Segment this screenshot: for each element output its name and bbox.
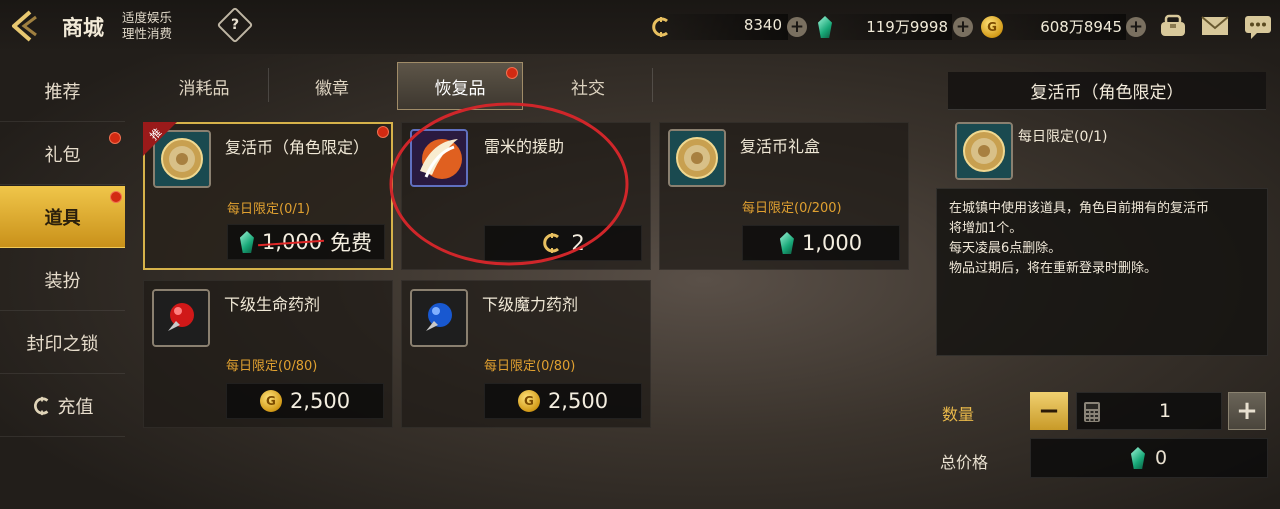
tab-divider [652,68,653,102]
detail-limit: 每日限定(0/1) [1018,129,1108,145]
item-card-revive-coin-box[interactable]: 复活币礼盒 每日限定(0/200) 1,000 [659,122,909,270]
green-gem-icon [239,231,254,253]
c-coin-icon [650,16,672,38]
c-coin-icon [33,396,48,415]
green-gem-icon [1130,447,1145,469]
price-box: G 2,500 [226,383,384,419]
annotation-circle [389,102,629,266]
notification-badge [109,132,121,144]
green-gem-icon [779,232,794,254]
detail-description: 在城镇中使用该道具，角色目前拥有的复活币 将增加1个。 每天凌晨6点删除。 物品… [936,188,1268,356]
currency-gem-value: 119万9998 [866,18,948,36]
sidebar-item-label: 推荐 [44,81,81,103]
item-card-minor-hp-potion[interactable]: 下级生命药剂 每日限定(0/80) G 2,500 [143,280,393,428]
item-limit: 每日限定(0/200) [742,201,842,216]
sidebar-item-recommended[interactable]: 推荐 [0,60,125,122]
slogan-line-2: 理性消费 [122,26,173,41]
slogan: 适度娱乐 理性消费 [122,10,172,42]
gold-coin-icon: G [259,390,282,412]
item-name: 复活币（角色限定） [225,138,370,157]
item-card-minor-mp-potion[interactable]: 下级魔力药剂 每日限定(0/80) G 2,500 [401,280,651,428]
detail-title: 复活币（角色限定） [948,72,1266,110]
add-gem-button[interactable]: + [953,17,973,37]
desc-line: 每天凌晨6点删除。 [949,241,1062,256]
item-name: 下级魔力药剂 [482,295,579,314]
hp-potion-icon [152,289,210,347]
mp-potion-icon [410,289,468,347]
increase-quantity-button[interactable]: + [1228,392,1266,430]
detail-item-icon [955,122,1013,180]
currency-gold-value: 608万8945 [1040,18,1122,36]
slogan-line-1: 适度娱乐 [122,10,173,25]
item-price: 1,000 [801,231,863,255]
page-title: 商城 [62,16,104,40]
back-button[interactable] [6,8,50,44]
desc-line: 在城镇中使用该道具，角色目前拥有的复活币 [949,201,1210,216]
sidebar-item-costume[interactable]: 装扮 [0,249,125,311]
gold-coin-icon: G [517,390,540,412]
item-limit: 每日限定(0/1) [227,202,311,217]
tab-label: 社交 [571,78,605,99]
sidebar-item-items[interactable]: 道具 [0,186,125,248]
sidebar-item-seal-lock[interactable]: 封印之锁 [0,312,125,374]
tab-consumables[interactable]: 消耗品 [142,62,266,110]
price-box: 1,000 免费 [227,224,385,260]
decrease-quantity-button[interactable]: − [1030,392,1068,430]
item-name: 下级生命药剂 [224,295,321,314]
item-limit: 每日限定(0/80) [484,359,576,374]
notification-badge [110,191,122,203]
add-c-coin-button[interactable]: + [787,17,807,37]
calculator-icon [1084,402,1100,422]
price-box: G 2,500 [484,383,642,419]
quantity-input[interactable]: 1 [1076,392,1222,430]
revive-coin-box-icon [668,129,726,187]
add-gold-button[interactable]: + [1126,17,1146,37]
bag-icon[interactable] [1158,12,1188,40]
sidebar-item-label: 道具 [44,207,81,229]
tab-divider [268,68,269,102]
sidebar-item-gift-pack[interactable]: 礼包 [0,123,125,185]
sidebar-item-label: 装扮 [44,270,81,292]
item-limit: 每日限定(0/80) [226,359,318,374]
green-gem-icon [818,16,832,38]
item-price: 2,500 [289,389,351,413]
total-price-box: 0 [1030,438,1268,478]
sidebar: 推荐 礼包 道具 装扮 封印之锁 充值 [0,58,126,509]
sidebar-item-label: 封印之锁 [26,333,99,355]
desc-line: 将增加1个。 [949,221,1023,236]
mail-icon[interactable] [1200,12,1230,40]
chat-icon[interactable] [1243,12,1273,40]
item-card-revive-coin[interactable]: 推 复活币（角色限定） 每日限定(0/1) 1,000 免费 [143,122,393,270]
quantity-value: 1 [1158,400,1172,422]
question-icon: ? [230,17,240,33]
item-name: 复活币礼盒 [740,137,821,156]
sidebar-item-label: 充值 [57,396,94,418]
total-price-label: 总价格 [940,453,989,472]
sidebar-item-label: 礼包 [44,144,81,166]
gold-coin-icon: G [981,16,1003,38]
old-price: 1,000 [257,230,325,254]
quantity-label: 数量 [942,405,975,424]
tab-label: 消耗品 [178,78,230,99]
back-arrow-icon [12,10,37,42]
item-price: 2,500 [547,389,609,413]
tab-label: 徽章 [315,78,349,99]
desc-line: 物品过期后，将在重新登录时删除。 [949,261,1158,276]
tab-label: 恢复品 [434,78,486,99]
new-price: 免费 [330,231,373,255]
currency-c-value: 8340 [743,16,782,34]
notification-badge [506,67,518,79]
tab-badges[interactable]: 徽章 [270,62,394,110]
sidebar-item-recharge[interactable]: 充值 [0,375,125,437]
price-box: 1,000 [742,225,900,261]
total-price-value: 0 [1154,447,1168,469]
